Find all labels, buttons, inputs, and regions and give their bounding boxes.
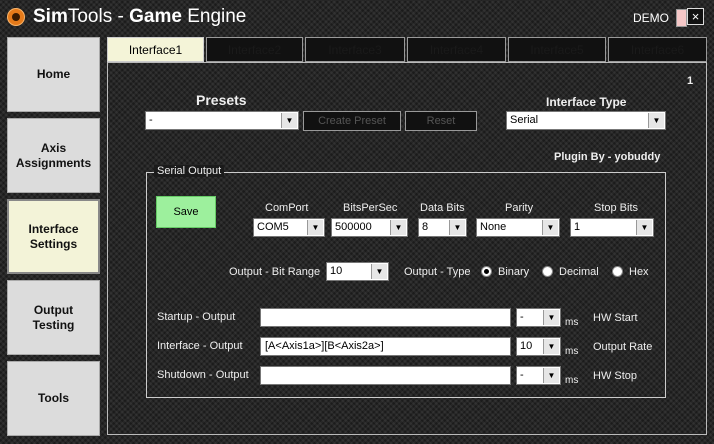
save-button[interactable]: Save bbox=[156, 196, 216, 228]
radio-hex[interactable] bbox=[612, 266, 623, 277]
chevron-down-icon: ▼ bbox=[281, 113, 297, 128]
output-rate-label: Output Rate bbox=[593, 341, 653, 353]
chevron-down-icon: ▼ bbox=[307, 220, 323, 235]
chevron-down-icon: ▼ bbox=[543, 339, 559, 354]
interface-ms-unit: ms bbox=[565, 346, 579, 357]
reset-button[interactable]: Reset bbox=[405, 111, 477, 131]
bitspersec-select[interactable]: 500000 ▼ bbox=[331, 218, 408, 237]
chevron-down-icon: ▼ bbox=[449, 220, 465, 235]
chevron-down-icon: ▼ bbox=[543, 310, 559, 325]
comport-select[interactable]: COM5 ▼ bbox=[253, 218, 325, 237]
sidebar-item-label: Axis Assignments bbox=[15, 140, 92, 170]
bitspersec-value: 500000 bbox=[335, 221, 372, 233]
startup-ms-value: - bbox=[520, 311, 524, 323]
hw-start-label: HW Start bbox=[593, 312, 638, 324]
create-preset-button[interactable]: Create Preset bbox=[303, 111, 401, 131]
radio-binary[interactable] bbox=[481, 266, 492, 277]
stopbits-label: Stop Bits bbox=[594, 202, 639, 214]
chevron-down-icon: ▼ bbox=[543, 368, 559, 383]
sidebar-item-label: Tools bbox=[37, 391, 70, 405]
stopbits-select[interactable]: 1 ▼ bbox=[570, 218, 654, 237]
hw-stop-label: HW Stop bbox=[593, 370, 638, 382]
startup-ms-select[interactable]: - ▼ bbox=[516, 308, 561, 327]
sidebar-item-label: Interface Settings bbox=[28, 221, 79, 251]
tab-interface6[interactable]: Interface6 bbox=[608, 37, 707, 62]
presets-label: Presets bbox=[196, 92, 247, 108]
tab-interface5[interactable]: Interface5 bbox=[508, 37, 606, 62]
interface-output-input[interactable]: [A<Axis1a>][B<Axis2a>] bbox=[260, 337, 511, 356]
window-title: SimTools - Game Engine bbox=[33, 6, 247, 27]
serial-output-group bbox=[146, 172, 666, 398]
bitrange-select[interactable]: 10 ▼ bbox=[326, 262, 389, 281]
sidebar-item-home[interactable]: Home bbox=[7, 37, 100, 112]
shutdown-ms-unit: ms bbox=[565, 375, 579, 386]
output-type-label: Output - Type bbox=[404, 266, 471, 278]
sidebar-item-interface-settings[interactable]: Interface Settings bbox=[7, 199, 100, 274]
radio-binary-label: Binary bbox=[498, 266, 530, 278]
shutdown-output-label: Shutdown - Output bbox=[157, 369, 249, 381]
sidebar-item-axis-assignments[interactable]: Axis Assignments bbox=[7, 118, 100, 193]
demo-indicator bbox=[676, 9, 687, 27]
startup-output-label: Startup - Output bbox=[157, 311, 236, 323]
simtools-window: SimTools - Game Engine DEMO × Home Axis … bbox=[0, 0, 714, 444]
parity-value: None bbox=[480, 221, 507, 233]
interface-output-label: Interface - Output bbox=[157, 340, 243, 352]
parity-label: Parity bbox=[505, 202, 534, 214]
chevron-down-icon: ▼ bbox=[542, 220, 558, 235]
radio-hex-label: Hex bbox=[629, 266, 649, 278]
interface-ms-select[interactable]: 10 ▼ bbox=[516, 337, 561, 356]
bitrange-label: Output - Bit Range bbox=[229, 266, 321, 278]
sidebar-item-label: Home bbox=[36, 67, 71, 81]
bitrange-value: 10 bbox=[330, 265, 343, 277]
interface-type-select[interactable]: Serial ▼ bbox=[506, 111, 666, 130]
shutdown-ms-select[interactable]: - ▼ bbox=[516, 366, 561, 385]
interface-type-value: Serial bbox=[510, 114, 539, 126]
comport-label: ComPort bbox=[265, 202, 309, 214]
presets-value: - bbox=[149, 114, 153, 126]
comport-value: COM5 bbox=[257, 221, 289, 233]
plugin-by-label: Plugin By - yobuddy bbox=[554, 151, 661, 163]
interface-ms-value: 10 bbox=[520, 340, 533, 352]
presets-select[interactable]: - ▼ bbox=[145, 111, 299, 130]
tab-interface2[interactable]: Interface2 bbox=[206, 37, 303, 62]
sidebar-item-output-testing[interactable]: Output Testing bbox=[7, 280, 100, 355]
chevron-down-icon: ▼ bbox=[390, 220, 406, 235]
sidebar-item-label: Output Testing bbox=[32, 302, 75, 332]
simtools-logo-icon bbox=[7, 8, 25, 26]
radio-decimal[interactable] bbox=[542, 266, 553, 277]
radio-decimal-label: Decimal bbox=[559, 266, 599, 278]
sidebar-item-tools[interactable]: Tools bbox=[7, 361, 100, 436]
stopbits-value: 1 bbox=[574, 221, 581, 233]
databits-label: Data Bits bbox=[420, 202, 465, 214]
interface-type-label: Interface Type bbox=[546, 95, 627, 109]
startup-ms-unit: ms bbox=[565, 317, 579, 328]
tab-interface4[interactable]: Interface4 bbox=[407, 37, 506, 62]
databits-select[interactable]: 8 ▼ bbox=[418, 218, 467, 237]
tab-interface1[interactable]: Interface1 bbox=[107, 37, 204, 62]
demo-label: DEMO bbox=[633, 11, 669, 25]
chevron-down-icon: ▼ bbox=[636, 220, 652, 235]
chevron-down-icon: ▼ bbox=[648, 113, 664, 128]
chevron-down-icon: ▼ bbox=[371, 264, 387, 279]
close-button[interactable]: × bbox=[687, 8, 704, 25]
shutdown-output-input[interactable] bbox=[260, 366, 511, 385]
bitspersec-label: BitsPerSec bbox=[343, 202, 398, 214]
parity-select[interactable]: None ▼ bbox=[476, 218, 560, 237]
shutdown-ms-value: - bbox=[520, 369, 524, 381]
databits-value: 8 bbox=[422, 221, 429, 233]
tab-interface3[interactable]: Interface3 bbox=[305, 37, 405, 62]
serial-output-title: Serial Output bbox=[154, 165, 225, 177]
startup-output-input[interactable] bbox=[260, 308, 511, 327]
page-number: 1 bbox=[687, 75, 694, 87]
